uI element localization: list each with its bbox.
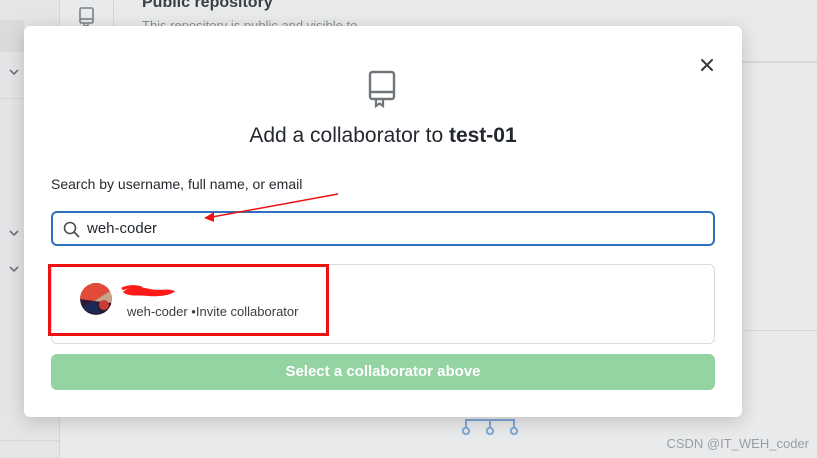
add-collaborator-dialog: Add a collaborator to test-01 Search by …	[24, 26, 742, 417]
select-collaborator-button[interactable]: Select a collaborator above	[51, 354, 715, 390]
search-field[interactable]	[51, 211, 715, 246]
chevron-down-icon	[7, 226, 21, 240]
close-icon	[701, 59, 713, 71]
network-icon	[460, 416, 520, 438]
chevron-down-icon	[7, 262, 21, 276]
search-label: Search by username, full name, or email	[51, 176, 303, 192]
search-input[interactable]	[87, 213, 687, 244]
repo-icon	[77, 6, 97, 29]
dialog-title-repo-name: test-01	[448, 124, 517, 147]
chevron-down-icon	[7, 65, 21, 79]
redacted-name	[120, 283, 178, 299]
dialog-title-prefix: Add a collaborator to	[249, 124, 449, 147]
close-button[interactable]	[698, 56, 716, 74]
background-repo-title: Public repository	[142, 0, 273, 11]
search-icon	[63, 221, 80, 238]
search-results-list: weh-coder •Invite collaborator	[51, 264, 715, 344]
watermark: CSDN @IT_WEH_coder	[666, 436, 809, 451]
repo-icon	[367, 70, 397, 109]
dialog-title: Add a collaborator to test-01	[24, 124, 742, 148]
search-result-item[interactable]: weh-coder •Invite collaborator	[52, 265, 714, 343]
avatar	[80, 283, 112, 315]
result-username: weh-coder •Invite collaborator	[127, 304, 299, 319]
